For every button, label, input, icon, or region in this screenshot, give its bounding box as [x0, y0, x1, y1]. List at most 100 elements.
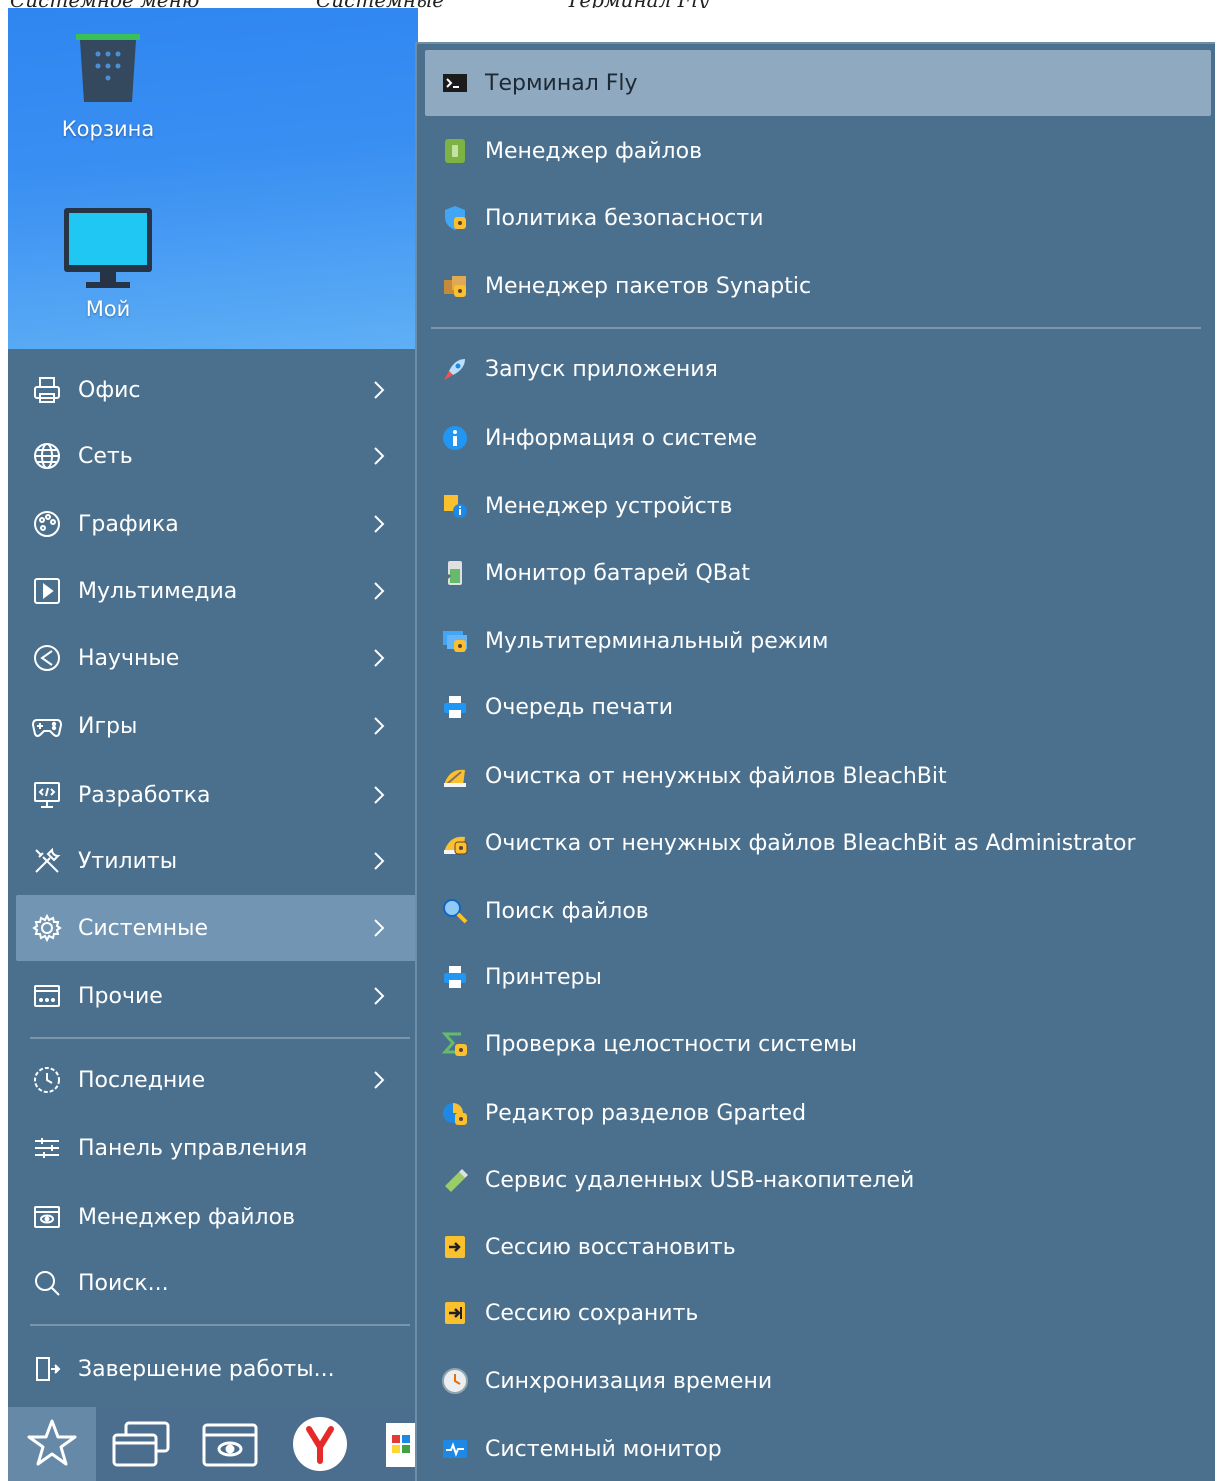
globe-icon [16, 441, 78, 471]
rocket-icon [425, 355, 485, 383]
submenu-item-usb-service[interactable]: Сервис удаленных USB-накопителей [425, 1147, 1211, 1213]
chevron-right-icon [364, 509, 394, 539]
file-manager-label: Менеджер файлов [78, 1204, 296, 1230]
shutdown-button[interactable]: Завершение работы... [16, 1336, 416, 1402]
battery-icon [425, 559, 485, 587]
submenu-label: Менеджер файлов [485, 138, 703, 164]
category-utilities[interactable]: Утилиты [16, 828, 416, 894]
taskbar-windows-button[interactable] [100, 1407, 180, 1481]
submenu-item-qbat[interactable]: Монитор батарей QBat [425, 540, 1211, 606]
app-icon [386, 1423, 416, 1467]
submenu-item-run-app[interactable]: Запуск приложения [425, 336, 1211, 402]
chevron-right-icon [364, 643, 394, 673]
taskbar-file-manager-button[interactable] [186, 1407, 274, 1481]
gear-icon [16, 913, 78, 943]
submenu-item-system-info[interactable]: Информация о системе [425, 405, 1211, 471]
category-label: Системные [78, 915, 208, 941]
system-monitor-icon [425, 1435, 485, 1463]
submenu-label: Редактор разделов Gparted [485, 1100, 807, 1126]
submenu-item-printers[interactable]: Принтеры [425, 944, 1211, 1010]
submenu-item-session-restore[interactable]: Сессию восстановить [425, 1214, 1211, 1280]
category-development[interactable]: Разработка [16, 762, 416, 828]
computer-desktop-icon[interactable]: Мой [8, 206, 208, 321]
computer-label: Мой [85, 297, 131, 321]
multiterminal-icon [425, 627, 485, 655]
submenu-label: Сервис удаленных USB-накопителей [485, 1167, 915, 1193]
caption-right: Терминал Fly [566, 0, 709, 8]
category-label: Игры [78, 713, 138, 739]
submenu-label: Менеджер пакетов Synaptic [485, 273, 812, 299]
submenu-label: Проверка целостности системы [485, 1031, 857, 1057]
control-panel-label: Панель управления [78, 1135, 308, 1161]
shield-icon [425, 204, 485, 232]
chevron-right-icon [364, 441, 394, 471]
sigma-icon [425, 1030, 485, 1058]
start-menu: Офис Сеть Графика Мультимедиа Научные Иг… [8, 349, 416, 1407]
category-label: Разработка [78, 782, 211, 808]
category-office[interactable]: Офис [16, 357, 416, 423]
print-queue-icon [425, 693, 485, 721]
start-button[interactable] [8, 1407, 96, 1481]
submenu-item-bleachbit-admin[interactable]: Очистка от ненужных файлов BleachBit as … [425, 810, 1211, 876]
submenu-label: Сессию восстановить [485, 1234, 736, 1260]
category-network[interactable]: Сеть [16, 423, 416, 489]
submenu-item-file-manager[interactable]: Менеджер файлов [425, 118, 1211, 184]
taskbar-yandex-browser-button[interactable] [280, 1407, 360, 1481]
category-graphics[interactable]: Графика [16, 491, 416, 557]
info-icon [425, 424, 485, 452]
submenu-label: Очистка от ненужных файлов BleachBit [485, 763, 947, 789]
category-label: Научные [78, 645, 180, 671]
devices-icon [425, 492, 485, 520]
submenu-item-file-search[interactable]: Поиск файлов [425, 878, 1211, 944]
menu-item-control-panel[interactable]: Панель управления [16, 1115, 416, 1181]
category-multimedia[interactable]: Мультимедиа [16, 558, 416, 624]
window-icon [16, 981, 78, 1011]
taskbar [8, 1407, 418, 1481]
submenu-item-multiterminal[interactable]: Мультитерминальный режим [425, 608, 1211, 674]
category-games[interactable]: Игры [16, 693, 416, 759]
submenu-item-synaptic[interactable]: Менеджер пакетов Synaptic [425, 253, 1211, 319]
code-monitor-icon [16, 780, 78, 810]
yandex-browser-icon [293, 1417, 347, 1471]
trash-desktop-icon[interactable]: Корзина [8, 30, 208, 141]
submenu-item-print-queue[interactable]: Очередь печати [425, 674, 1211, 740]
logout-icon [16, 1354, 78, 1384]
submenu-item-integrity-check[interactable]: Проверка целостности системы [425, 1011, 1211, 1077]
category-science[interactable]: Научные [16, 625, 416, 691]
desktop: Корзина Мой [8, 8, 418, 353]
category-label: Графика [78, 511, 179, 537]
package-icon [425, 272, 485, 300]
menu-separator [30, 1037, 410, 1039]
submenu-item-system-monitor[interactable]: Системный монитор [425, 1416, 1211, 1481]
chevron-right-icon [364, 375, 394, 405]
submenu-label: Поиск файлов [485, 898, 649, 924]
menu-item-search[interactable]: Поиск... [16, 1250, 416, 1316]
menu-item-file-manager[interactable]: Менеджер файлов [16, 1184, 416, 1250]
submenu-label: Монитор батарей QBat [485, 560, 751, 586]
magnifier-icon [425, 897, 485, 925]
usb-icon [425, 1166, 485, 1194]
submenu-item-security-policy[interactable]: Политика безопасности [425, 185, 1211, 251]
start-star-icon [27, 1419, 77, 1466]
chevron-right-icon [364, 913, 394, 943]
category-other[interactable]: Прочие [16, 963, 416, 1029]
submenu-item-bleachbit[interactable]: Очистка от ненужных файлов BleachBit [425, 743, 1211, 809]
gamepad-icon [16, 711, 78, 741]
broom-admin-icon [425, 829, 485, 857]
submenu-item-session-save[interactable]: Сессию сохранить [425, 1280, 1211, 1346]
submenu-item-device-manager[interactable]: Менеджер устройств [425, 473, 1211, 539]
submenu-item-time-sync[interactable]: Синхронизация времени [425, 1348, 1211, 1414]
menu-separator [30, 1324, 410, 1326]
caption-left: Системное меню [10, 0, 199, 8]
trash-label: Корзина [61, 117, 155, 141]
submenu-item-terminal[interactable]: Терминал Fly [425, 50, 1211, 116]
sliders-icon [16, 1133, 78, 1163]
submenu-label: Мультитерминальный режим [485, 628, 829, 654]
menu-item-recent[interactable]: Последние [16, 1047, 416, 1113]
science-icon [16, 643, 78, 673]
category-label: Прочие [78, 983, 163, 1009]
category-system[interactable]: Системные [16, 895, 416, 961]
taskbar-app-button[interactable] [380, 1407, 418, 1481]
submenu-item-gparted[interactable]: Редактор разделов Gparted [425, 1080, 1211, 1146]
chevron-right-icon [364, 780, 394, 810]
